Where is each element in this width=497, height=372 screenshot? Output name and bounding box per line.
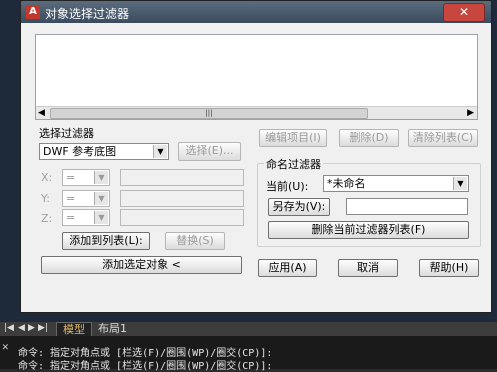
z-value-field[interactable] [120,209,244,226]
dialog-titlebar: A 对象选择过滤器 ✕ [21,1,491,23]
y-operator-value: = [66,192,76,205]
dialog-title: 对象选择过滤器 [45,7,130,21]
close-button[interactable]: ✕ [443,3,485,22]
object-selection-filter-dialog: A 对象选择过滤器 ✕ ◀ ||| ▶ 选择过滤器 DWF 参考底图 ▼ 选择(… [20,0,492,313]
selection-filter-label: 选择过滤器 [39,127,94,140]
help-button[interactable]: 帮助(H) [419,259,479,277]
command-history-line: 命令: 指定对角点或 [栏选(F)/圈围(WP)/圈交(CP)]: [18,361,273,372]
autocad-logo-icon: A [26,5,40,19]
scrollbar-thumb[interactable]: ||| [50,108,368,119]
current-label: 当前(U): [266,180,309,193]
scroll-left-icon[interactable]: ◀ [38,108,45,118]
named-filters-label: 命名过滤器 [264,156,323,172]
add-selected-object-button[interactable]: 添加选定对象 < [41,256,242,274]
edit-item-button[interactable]: 编辑项目(I) [259,129,327,147]
first-tab-icon[interactable]: |◀ [4,323,14,333]
filter-list[interactable]: ◀ ||| ▶ [35,34,478,120]
prev-tab-icon[interactable]: ◀ [18,323,25,333]
filter-type-select[interactable]: DWF 参考底图 ▼ [39,143,169,160]
current-filter-select[interactable]: *未命名 ▼ [323,175,469,192]
horizontal-scrollbar[interactable]: ◀ ||| ▶ [36,106,477,119]
last-tab-icon[interactable]: ▶| [38,323,48,333]
z-operator-select[interactable]: = ▼ [62,209,110,226]
scroll-right-icon[interactable]: ▶ [467,108,474,118]
chevron-down-icon: ▼ [453,177,467,190]
x-value-field[interactable] [120,169,244,186]
z-operator-value: = [66,211,76,224]
chevron-down-icon: ▼ [94,192,108,205]
chevron-down-icon: ▼ [94,211,108,224]
x-label: X: [41,171,53,184]
y-operator-select[interactable]: = ▼ [62,190,110,207]
add-to-list-button[interactable]: 添加到列表(L): [62,232,150,250]
clear-list-button[interactable]: 清除列表(C) [408,129,478,147]
chevron-down-icon: ▼ [94,171,108,184]
tab-layout1[interactable]: 布局1 [94,322,131,335]
current-filter-value: *未命名 [327,177,366,190]
z-label: Z: [41,212,53,225]
chevron-down-icon: ▼ [153,145,167,158]
save-as-name-field[interactable] [346,198,468,215]
filter-type-value: DWF 参考底图 [43,145,117,158]
layout-tabs-bar: |◀ ◀ ▶ ▶| 模型 布局1 [0,322,497,336]
x-operator-value: = [66,171,76,184]
x-operator-select[interactable]: = ▼ [62,169,110,186]
delete-current-filter-list-button[interactable]: 删除当前过滤器列表(F) [268,221,469,239]
replace-button[interactable]: 替换(S) [165,232,225,250]
delete-button[interactable]: 删除(D) [339,129,399,147]
next-tab-icon[interactable]: ▶ [28,323,35,333]
close-command-line-icon[interactable]: ✕ [2,340,9,353]
tab-model[interactable]: 模型 [56,322,92,336]
select-button[interactable]: 选择(E)... [178,142,241,161]
y-label: Y: [41,192,50,205]
y-value-field[interactable] [120,190,244,207]
cancel-button[interactable]: 取消 [338,259,398,277]
apply-button[interactable]: 应用(A) [258,259,317,277]
command-line[interactable]: ✕ 命令: 指定对角点或 [栏选(F)/圈围(WP)/圈交(CP)]: 命令: … [0,336,497,372]
save-as-button[interactable]: 另存为(V): [268,198,330,216]
